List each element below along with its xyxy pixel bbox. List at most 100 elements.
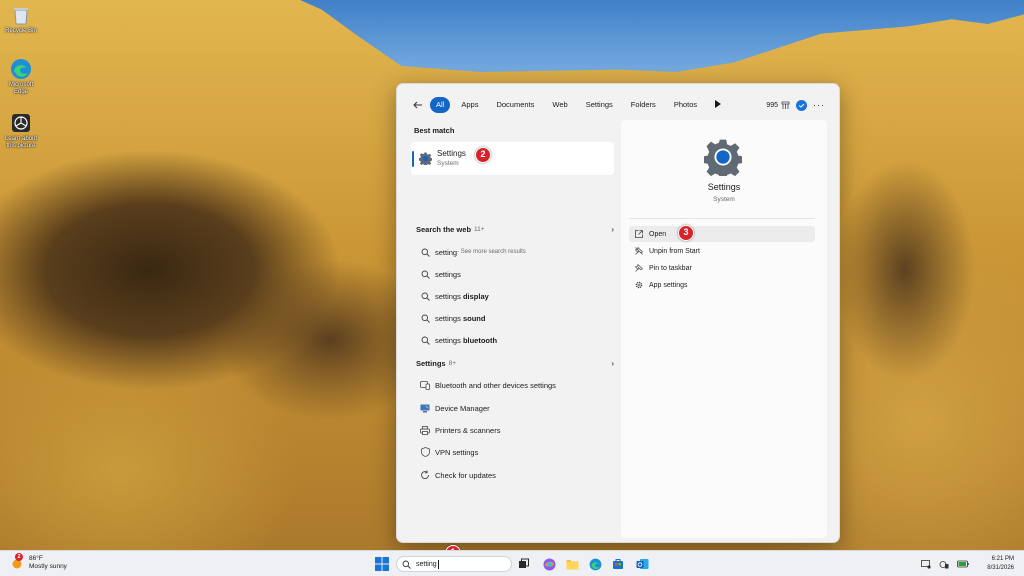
settings-app-icon bbox=[704, 139, 742, 176]
settings-result-updates[interactable]: Check for updates bbox=[419, 468, 614, 482]
back-button[interactable] bbox=[411, 97, 425, 113]
preview-divider bbox=[629, 218, 815, 219]
filter-all[interactable]: All bbox=[430, 97, 451, 113]
account-avatar[interactable] bbox=[796, 99, 807, 111]
pin-icon bbox=[633, 264, 645, 272]
filter-bar: All Apps Documents Web Settings Folders … bbox=[411, 96, 831, 114]
search-icon bbox=[419, 246, 431, 258]
rewards-icon bbox=[781, 101, 790, 109]
settings-result-label: Check for updates bbox=[435, 470, 496, 480]
network-icon[interactable] bbox=[939, 560, 949, 569]
search-panel: All Apps Documents Web Settings Folders … bbox=[396, 83, 840, 543]
preview-app-name: Settings bbox=[707, 182, 741, 192]
store-button[interactable] bbox=[610, 556, 626, 572]
search-icon bbox=[402, 560, 411, 569]
filter-web[interactable]: Web bbox=[545, 97, 574, 113]
file-explorer-button[interactable] bbox=[564, 556, 580, 572]
app-settings-action[interactable]: App settings bbox=[629, 277, 815, 293]
weather-badge: 2 bbox=[15, 553, 23, 561]
device-manager-icon bbox=[419, 402, 431, 414]
outlook-button[interactable] bbox=[634, 556, 650, 572]
start-button[interactable] bbox=[374, 556, 390, 572]
desktop-icon-label: Learn about this picture bbox=[4, 136, 38, 149]
search-web-heading[interactable]: Search the web 11+ › bbox=[416, 225, 614, 234]
edge-taskbar-button[interactable] bbox=[587, 556, 603, 572]
bluetooth-devices-icon bbox=[419, 379, 431, 391]
system-tray: 6:21 PM 8/31/2026 bbox=[921, 555, 1014, 573]
notification-icon[interactable] bbox=[921, 559, 931, 569]
open-icon bbox=[633, 230, 645, 238]
shield-icon bbox=[419, 446, 431, 458]
action-label: Pin to taskbar bbox=[649, 264, 692, 272]
settings-gear-icon bbox=[419, 152, 432, 165]
printer-icon bbox=[419, 424, 431, 436]
web-result-item[interactable]: setting - See more search results bbox=[419, 245, 614, 259]
selection-indicator bbox=[412, 150, 414, 167]
ellipsis-icon: ··· bbox=[813, 100, 825, 110]
clock[interactable]: 6:21 PM 8/31/2026 bbox=[987, 555, 1014, 573]
clock-time: 6:21 PM bbox=[991, 556, 1014, 562]
filter-apps[interactable]: Apps bbox=[454, 97, 485, 113]
desktop-icon-learn-picture[interactable]: Learn about this picture bbox=[2, 112, 40, 150]
web-result-item[interactable]: settings sound bbox=[419, 311, 614, 325]
filter-photos[interactable]: Photos bbox=[667, 97, 704, 113]
settings-result-printers[interactable]: Printers & scanners bbox=[419, 423, 614, 437]
refresh-icon bbox=[419, 469, 431, 481]
more-filters-button[interactable] bbox=[714, 100, 722, 110]
weather-desc: Mostly sunny bbox=[29, 563, 67, 570]
web-result-query: setting bbox=[435, 247, 458, 257]
best-match-type: System bbox=[437, 159, 459, 167]
rewards-points[interactable]: 995 bbox=[766, 101, 790, 110]
chevron-right-icon: › bbox=[611, 225, 614, 234]
more-options-button[interactable]: ··· bbox=[813, 100, 825, 110]
settings-result-label: Printers & scanners bbox=[435, 425, 501, 435]
settings-result-label: VPN settings bbox=[435, 447, 479, 457]
filter-documents[interactable]: Documents bbox=[489, 97, 541, 113]
web-result-item[interactable]: settings bbox=[419, 267, 614, 281]
settings-result-device-manager[interactable]: Device Manager bbox=[419, 401, 614, 415]
web-result-item[interactable]: settings bluetooth bbox=[419, 333, 614, 347]
web-result-hint: - See more search results bbox=[457, 249, 526, 255]
clock-date: 8/31/2026 bbox=[987, 565, 1014, 571]
desktop-icon-label: Microsoft Edge bbox=[8, 82, 34, 95]
settings-section-heading[interactable]: Settings 8+ › bbox=[416, 359, 614, 368]
unpin-from-start-action[interactable]: Unpin from Start bbox=[629, 243, 815, 259]
pin-to-taskbar-action[interactable]: Pin to taskbar bbox=[629, 260, 815, 276]
arrow-left-icon bbox=[413, 101, 422, 109]
taskbar: 2 86°F Mostly sunny setting 6:21 PM 8/31… bbox=[0, 550, 1024, 576]
search-icon bbox=[419, 312, 431, 324]
weather-widget[interactable]: 2 86°F Mostly sunny bbox=[10, 553, 67, 571]
unpin-icon bbox=[633, 247, 645, 255]
outlook-icon bbox=[636, 559, 648, 569]
battery-icon[interactable] bbox=[957, 560, 969, 568]
best-match-result[interactable]: Settings System bbox=[411, 142, 614, 175]
copilot-button[interactable] bbox=[541, 556, 557, 572]
taskbar-search-input[interactable]: setting bbox=[396, 556, 512, 572]
web-result-query: settings bbox=[435, 335, 463, 345]
settings-result-label: Device Manager bbox=[435, 403, 490, 413]
folder-icon bbox=[566, 560, 578, 570]
filter-settings[interactable]: Settings bbox=[579, 97, 620, 113]
settings-result-vpn[interactable]: VPN settings bbox=[419, 445, 614, 459]
windows-logo-icon bbox=[375, 557, 389, 571]
web-result-query: settings bbox=[435, 269, 461, 279]
preview-pane: Settings System Open Unpin from Start Pi… bbox=[621, 120, 827, 538]
web-result-completion: bluetooth bbox=[462, 335, 498, 345]
desktop-icon-edge[interactable]: Microsoft Edge bbox=[2, 58, 40, 96]
open-action[interactable]: Open bbox=[629, 226, 815, 242]
filter-folders[interactable]: Folders bbox=[624, 97, 663, 113]
task-view-button[interactable] bbox=[516, 556, 532, 572]
step-marker-2: 2 bbox=[475, 147, 491, 163]
copilot-icon bbox=[543, 558, 555, 570]
best-match-name: Settings bbox=[437, 148, 466, 158]
desktop-icon-recycle-bin[interactable]: Recycle Bin bbox=[2, 4, 40, 35]
search-web-count: 11+ bbox=[474, 226, 485, 233]
step-marker-3: 3 bbox=[678, 225, 694, 241]
action-label: Open bbox=[649, 230, 667, 238]
settings-result-bluetooth[interactable]: Bluetooth and other devices settings bbox=[419, 378, 614, 392]
search-icon bbox=[419, 268, 431, 280]
chevron-right-icon: › bbox=[611, 359, 614, 368]
recycle-bin-icon bbox=[10, 4, 32, 26]
rewards-points-value: 995 bbox=[766, 101, 778, 109]
web-result-item[interactable]: settings display bbox=[419, 289, 614, 303]
